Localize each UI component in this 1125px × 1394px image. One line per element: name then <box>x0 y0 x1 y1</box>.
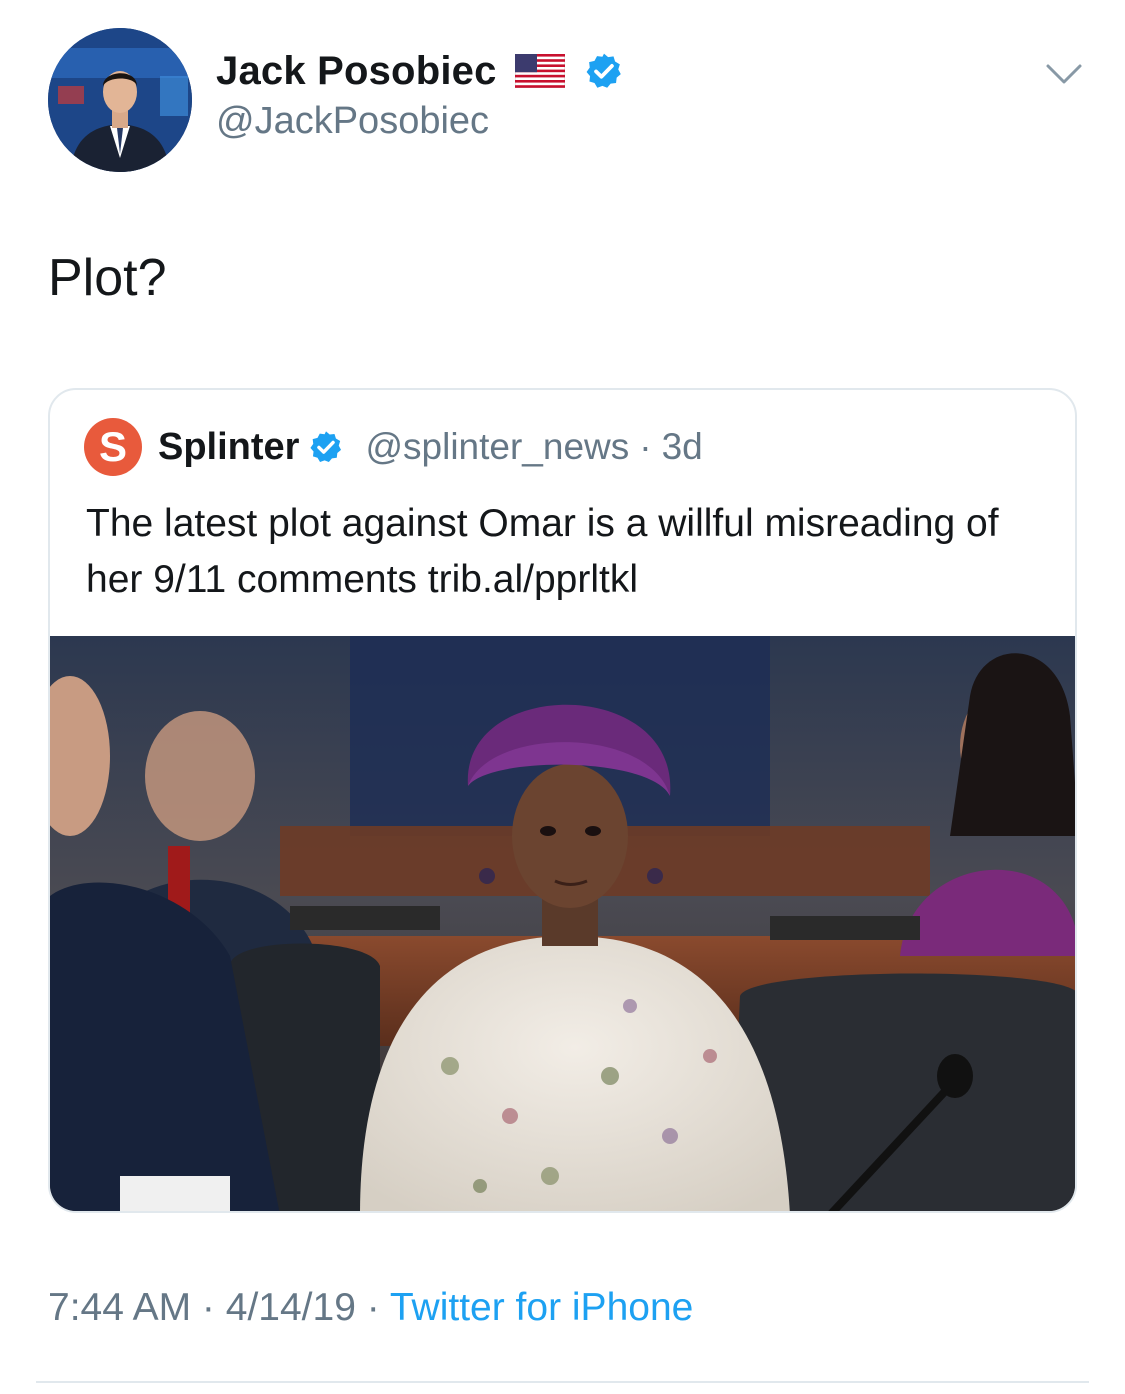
quoted-author-name: Splinter <box>158 425 300 468</box>
us-flag-icon <box>514 54 565 88</box>
meta-separator: · <box>191 1286 226 1329</box>
quoted-author-handle: @splinter_news <box>365 426 630 467</box>
author-display-name[interactable]: Jack Posobiec <box>216 49 497 94</box>
tweet-source-link[interactable]: Twitter for iPhone <box>390 1286 693 1329</box>
avatar-image <box>48 28 192 172</box>
chevron-down-icon[interactable] <box>1044 60 1084 90</box>
verified-badge-icon <box>586 53 621 88</box>
quoted-tweet-text: The latest plot against Omar is a willfu… <box>86 502 999 601</box>
tweet-time: 7:44 AM <box>48 1286 192 1329</box>
meta-separator: · <box>355 1286 390 1329</box>
quoted-tweet-header: S Splinter @splinter_news · 3d <box>84 418 703 476</box>
tweet-date: 4/14/19 <box>225 1286 356 1329</box>
quoted-tweet-card[interactable]: S Splinter @splinter_news · 3d The lates… <box>48 388 1077 1213</box>
bottom-divider <box>36 1381 1089 1383</box>
author-avatar[interactable] <box>48 28 192 172</box>
author-handle[interactable]: @JackPosobiec <box>216 100 489 143</box>
quoted-time: 3d <box>661 426 703 467</box>
dot-separator: · <box>639 426 652 467</box>
quoted-tweet-photo[interactable] <box>50 636 1077 1213</box>
author-name-row: Jack Posobiec <box>216 44 623 98</box>
tweet-meta: 7:44 AM · 4/14/19 · Twitter for iPhone <box>48 1286 693 1330</box>
splinter-logo: S <box>84 418 142 476</box>
tweet-text: Plot? <box>48 249 167 307</box>
verified-badge-icon <box>310 431 342 463</box>
